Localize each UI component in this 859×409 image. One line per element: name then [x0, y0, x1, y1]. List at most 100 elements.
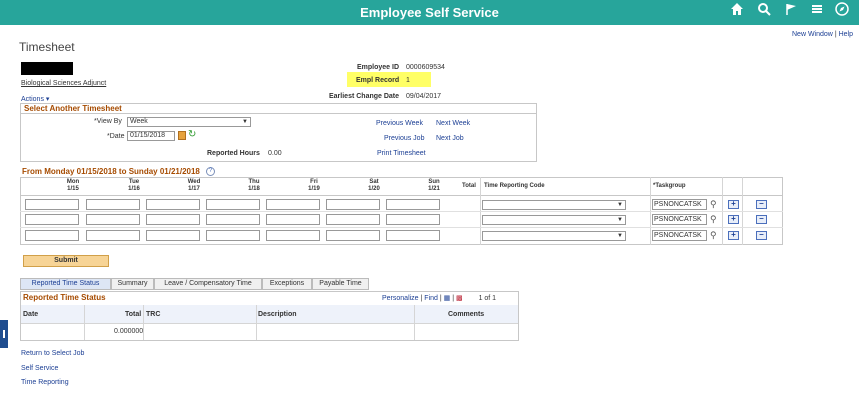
- previous-week-link[interactable]: Previous Week: [376, 120, 423, 127]
- add-row-button[interactable]: +: [728, 200, 739, 209]
- delete-row-button[interactable]: –: [756, 200, 767, 209]
- previous-job-link[interactable]: Previous Job: [384, 135, 424, 142]
- hours-input-tue[interactable]: [86, 214, 140, 225]
- total-value: 0.000000: [114, 328, 144, 335]
- flag-icon[interactable]: [782, 2, 800, 22]
- job-title: Biological Sciences Adjunct: [21, 80, 107, 87]
- hours-input-sun[interactable]: [386, 199, 440, 210]
- download-icon[interactable]: ▩: [456, 295, 463, 302]
- hours-input-sat[interactable]: [326, 230, 380, 241]
- day-header-mon: Mon 1/15: [66, 179, 80, 192]
- hours-input-fri[interactable]: [266, 199, 320, 210]
- hours-input-tue[interactable]: [86, 230, 140, 241]
- day-header-sun: Sun 1/21: [428, 179, 440, 192]
- dropdown-arrow-icon: ▼: [617, 217, 623, 223]
- submit-button[interactable]: Submit: [23, 255, 109, 267]
- hours-input-wed[interactable]: [146, 230, 200, 241]
- hours-input-sun[interactable]: [386, 230, 440, 241]
- divider: [20, 113, 537, 114]
- hours-input-sat[interactable]: [326, 199, 380, 210]
- hours-input-fri[interactable]: [266, 214, 320, 225]
- hours-input-thu[interactable]: [206, 214, 260, 225]
- delete-row-button[interactable]: –: [756, 215, 767, 224]
- day-header-wed: Wed 1/17: [187, 179, 201, 192]
- hours-input-wed[interactable]: [146, 199, 200, 210]
- tab-reported-time-status[interactable]: Reported Time Status: [20, 278, 111, 290]
- hours-input-thu[interactable]: [206, 230, 260, 241]
- tab-leave-compensatory[interactable]: Leave / Compensatory Time: [154, 278, 262, 290]
- hours-input-fri[interactable]: [266, 230, 320, 241]
- reported-hours-label: Reported Hours: [207, 150, 260, 157]
- help-icon[interactable]: ?: [206, 167, 215, 176]
- home-icon[interactable]: [728, 2, 746, 22]
- self-service-link[interactable]: Self Service: [21, 365, 58, 372]
- col-total: Total: [125, 311, 142, 318]
- hours-input-wed[interactable]: [146, 214, 200, 225]
- tab-summary[interactable]: Summary: [111, 278, 154, 290]
- date-label: *Date: [107, 133, 125, 140]
- hours-input-sun[interactable]: [386, 214, 440, 225]
- row-divider: [21, 323, 518, 324]
- day-header-tue: Tue 1/16: [128, 179, 140, 192]
- week-header: From Monday 01/15/2018 to Sunday 01/21/2…: [22, 167, 200, 176]
- find-link[interactable]: Find: [424, 295, 438, 302]
- new-window-link[interactable]: New Window: [792, 31, 833, 38]
- tab-exceptions[interactable]: Exceptions: [262, 278, 312, 290]
- total-header: Total: [462, 183, 476, 189]
- add-row-button[interactable]: +: [728, 215, 739, 224]
- col-date: Date: [23, 311, 39, 318]
- hours-input-mon[interactable]: [25, 214, 79, 225]
- hours-input-sat[interactable]: [326, 214, 380, 225]
- add-row-button[interactable]: +: [728, 231, 739, 240]
- taskgroup-input[interactable]: PSNONCATSK: [652, 214, 707, 225]
- redacted-name: [21, 62, 73, 75]
- view-by-label: *View By: [94, 118, 122, 125]
- refresh-icon[interactable]: ↻: [188, 129, 196, 140]
- personalize-link[interactable]: Personalize: [382, 295, 419, 302]
- pager: 1 of 1: [478, 295, 497, 302]
- actions-label: Actions: [21, 96, 44, 103]
- col-comments: Comments: [448, 311, 485, 318]
- print-timesheet-link[interactable]: Print Timesheet: [377, 150, 426, 157]
- taskgroup-input[interactable]: PSNONCATSK: [652, 199, 707, 210]
- help-link[interactable]: Help: [839, 31, 853, 38]
- trc-select[interactable]: ▼: [482, 215, 626, 225]
- delete-row-button[interactable]: –: [756, 231, 767, 240]
- hours-input-tue[interactable]: [86, 199, 140, 210]
- time-reporting-link[interactable]: Time Reporting: [21, 379, 69, 386]
- day-header-sat: Sat 1/20: [368, 179, 380, 192]
- earliest-change-label: Earliest Change Date: [329, 93, 400, 100]
- next-week-link[interactable]: Next Week: [436, 120, 470, 127]
- search-icon[interactable]: [755, 2, 773, 22]
- calendar-icon[interactable]: [178, 131, 186, 140]
- lookup-icon[interactable]: ⚲: [710, 199, 717, 210]
- view-all-icon[interactable]: ▦: [444, 295, 451, 302]
- reported-status-header: Reported Time Status: [23, 293, 106, 302]
- trc-select[interactable]: ▼: [482, 200, 626, 210]
- lookup-icon[interactable]: ⚲: [710, 230, 717, 241]
- next-job-link[interactable]: Next Job: [436, 135, 464, 142]
- compass-icon[interactable]: [833, 2, 851, 22]
- taskgroup-header: *Taskgroup: [653, 183, 686, 189]
- hours-input-thu[interactable]: [206, 199, 260, 210]
- date-input[interactable]: 01/15/2018: [127, 131, 175, 141]
- row-divider: [20, 227, 783, 228]
- return-select-job-link[interactable]: Return to Select Job: [21, 350, 84, 357]
- hours-input-mon[interactable]: [25, 230, 79, 241]
- taskgroup-input[interactable]: PSNONCATSK: [652, 230, 707, 241]
- lookup-icon[interactable]: ⚲: [710, 214, 717, 225]
- hours-input-mon[interactable]: [25, 199, 79, 210]
- menu-icon[interactable]: [808, 2, 826, 22]
- row-divider: [20, 211, 783, 212]
- employee-id-label: Employee ID: [357, 64, 400, 71]
- grip-icon: [3, 330, 5, 338]
- trc-select[interactable]: ▼: [482, 231, 626, 241]
- view-by-select[interactable]: Week ▼: [127, 117, 251, 127]
- actions-menu[interactable]: Actions ▾: [21, 95, 49, 103]
- employee-id-value: 0000609534: [406, 64, 445, 71]
- dropdown-arrow-icon: ▼: [242, 119, 248, 125]
- day-header-thu: Thu 1/18: [248, 179, 260, 192]
- link-separator: |: [834, 31, 837, 38]
- day-header-fri: Fri 1/19: [308, 179, 320, 192]
- tab-payable-time[interactable]: Payable Time: [312, 278, 369, 290]
